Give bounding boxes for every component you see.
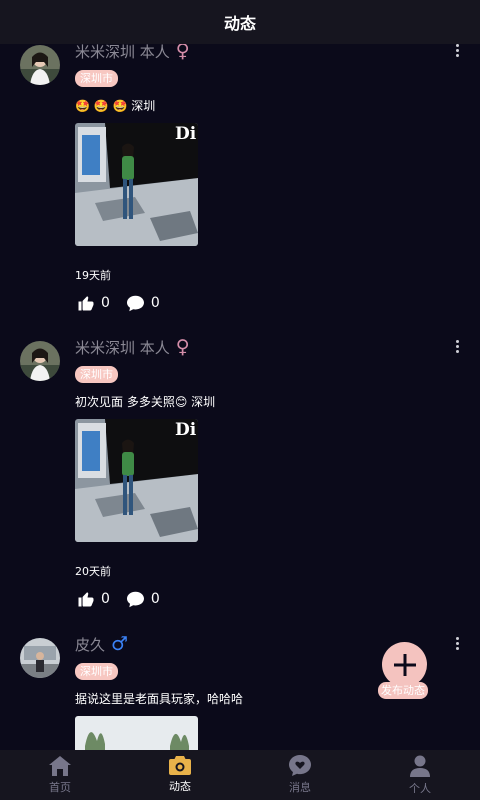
female-icon: ♀ bbox=[175, 336, 190, 358]
comment-icon bbox=[126, 591, 144, 607]
tab-moments[interactable]: 动态 bbox=[120, 750, 240, 800]
tab-label: 首页 bbox=[49, 780, 71, 794]
tab-profile[interactable]: 个人 bbox=[360, 750, 480, 800]
post-photo[interactable] bbox=[75, 716, 198, 750]
home-icon bbox=[49, 755, 71, 776]
avatar[interactable] bbox=[20, 45, 60, 85]
thumbs-up-icon bbox=[78, 296, 94, 311]
bottom-tab-bar: 首页 动态 消息 个人 bbox=[0, 750, 480, 800]
comment-button[interactable]: 0 bbox=[126, 591, 160, 608]
post-photo[interactable]: Di bbox=[75, 419, 198, 542]
camera-icon bbox=[169, 756, 191, 775]
city-badge: 深圳市 bbox=[75, 366, 118, 383]
username[interactable]: 皮久 bbox=[75, 634, 105, 655]
post-time: 20天前 bbox=[75, 565, 111, 578]
top-bar: 动态 bbox=[0, 0, 480, 44]
tab-label: 动态 bbox=[169, 780, 191, 793]
tab-messages[interactable]: 消息 bbox=[240, 750, 360, 800]
thumbs-up-icon bbox=[78, 592, 94, 607]
tab-label: 消息 bbox=[289, 781, 311, 794]
photo-text: Di bbox=[175, 124, 197, 144]
city-badge: 深圳市 bbox=[75, 663, 118, 680]
plus-icon bbox=[393, 653, 416, 676]
user-icon bbox=[410, 755, 430, 777]
username[interactable]: 米米深圳 本人 bbox=[75, 337, 170, 358]
like-button[interactable]: 0 bbox=[77, 294, 110, 312]
comment-count: 0 bbox=[150, 591, 160, 607]
female-icon: ♀ bbox=[175, 44, 190, 62]
city-badge: 深圳市 bbox=[75, 70, 118, 87]
comment-icon bbox=[126, 295, 144, 311]
post-content: 据说这里是老面具玩家，哈哈哈 bbox=[75, 692, 244, 706]
photo-text: Di bbox=[175, 420, 197, 440]
more-options-icon[interactable] bbox=[456, 637, 460, 650]
comment-button[interactable]: 0 bbox=[126, 295, 160, 312]
male-icon: ♂ bbox=[111, 633, 129, 655]
tab-home[interactable]: 首页 bbox=[0, 750, 120, 800]
like-count: 0 bbox=[101, 591, 110, 607]
more-options-icon[interactable] bbox=[456, 340, 460, 353]
post-content: 初次见面 多多关照😊 深圳 bbox=[75, 395, 216, 409]
message-heart-icon bbox=[289, 755, 311, 776]
comment-count: 0 bbox=[150, 295, 160, 311]
post-photo[interactable]: Di bbox=[75, 123, 198, 246]
avatar[interactable] bbox=[20, 341, 60, 381]
more-options-icon[interactable] bbox=[456, 44, 460, 57]
page-title: 动态 bbox=[223, 14, 256, 33]
tab-label: 个人 bbox=[409, 781, 431, 795]
post-time: 19天前 bbox=[75, 269, 111, 282]
avatar[interactable] bbox=[20, 638, 60, 678]
like-count: 0 bbox=[101, 295, 110, 311]
publish-button[interactable] bbox=[382, 642, 427, 687]
publish-label[interactable]: 发布动态 bbox=[378, 682, 428, 699]
like-button[interactable]: 0 bbox=[77, 590, 110, 608]
post-content: 🤩 🤩 🤩 深圳 bbox=[75, 99, 156, 113]
username[interactable]: 米米深圳 本人 bbox=[75, 44, 170, 62]
